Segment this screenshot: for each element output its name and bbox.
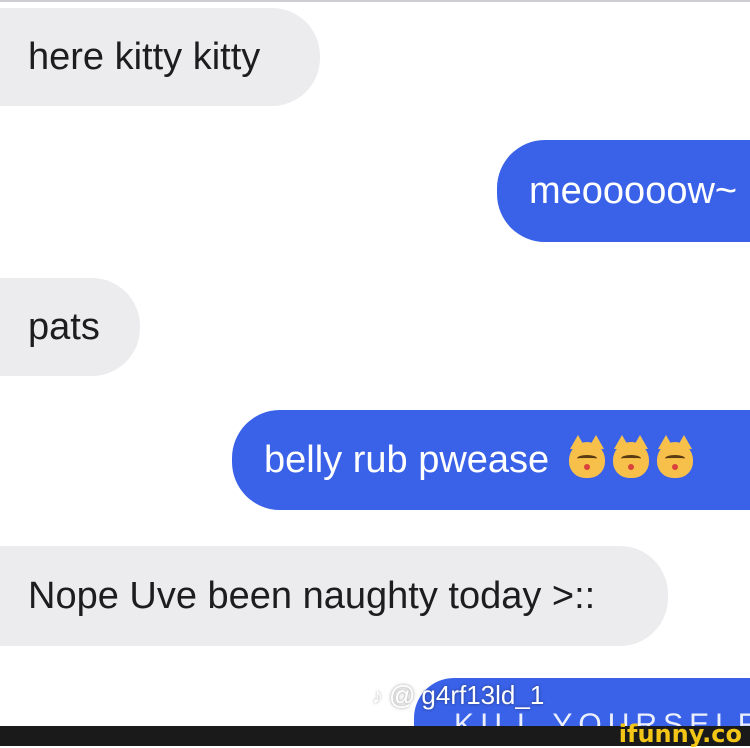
message-text: Nope Uve been naughty today >:: — [28, 575, 596, 617]
tiktok-icon: ♪ — [372, 682, 383, 708]
tiktok-watermark: ♪ @ g4rf13ld_1 — [372, 680, 544, 711]
message-outgoing: meooooow~ — [497, 140, 750, 242]
emoji-group — [569, 435, 694, 478]
top-divider — [0, 0, 750, 2]
kissing-cat-icon — [657, 435, 694, 478]
message-incoming: here kitty kitty — [0, 8, 320, 106]
message-text: meooooow~ — [529, 170, 738, 212]
message-outgoing: belly rub pwease — [232, 410, 750, 510]
watermark-handle: g4rf13ld_1 — [421, 680, 545, 710]
kissing-cat-icon — [569, 435, 606, 478]
message-text: here kitty kitty — [28, 36, 261, 78]
kissing-cat-icon — [613, 435, 650, 478]
footer-bar: ifunny.co — [0, 722, 750, 746]
ifunny-logo: ifunny.co — [618, 720, 742, 748]
message-incoming: Nope Uve been naughty today >:: — [0, 546, 668, 646]
message-text: pats — [28, 306, 100, 348]
message-incoming: pats — [0, 278, 140, 376]
watermark-at: @ — [389, 680, 416, 710]
message-text: belly rub pwease — [264, 439, 550, 481]
